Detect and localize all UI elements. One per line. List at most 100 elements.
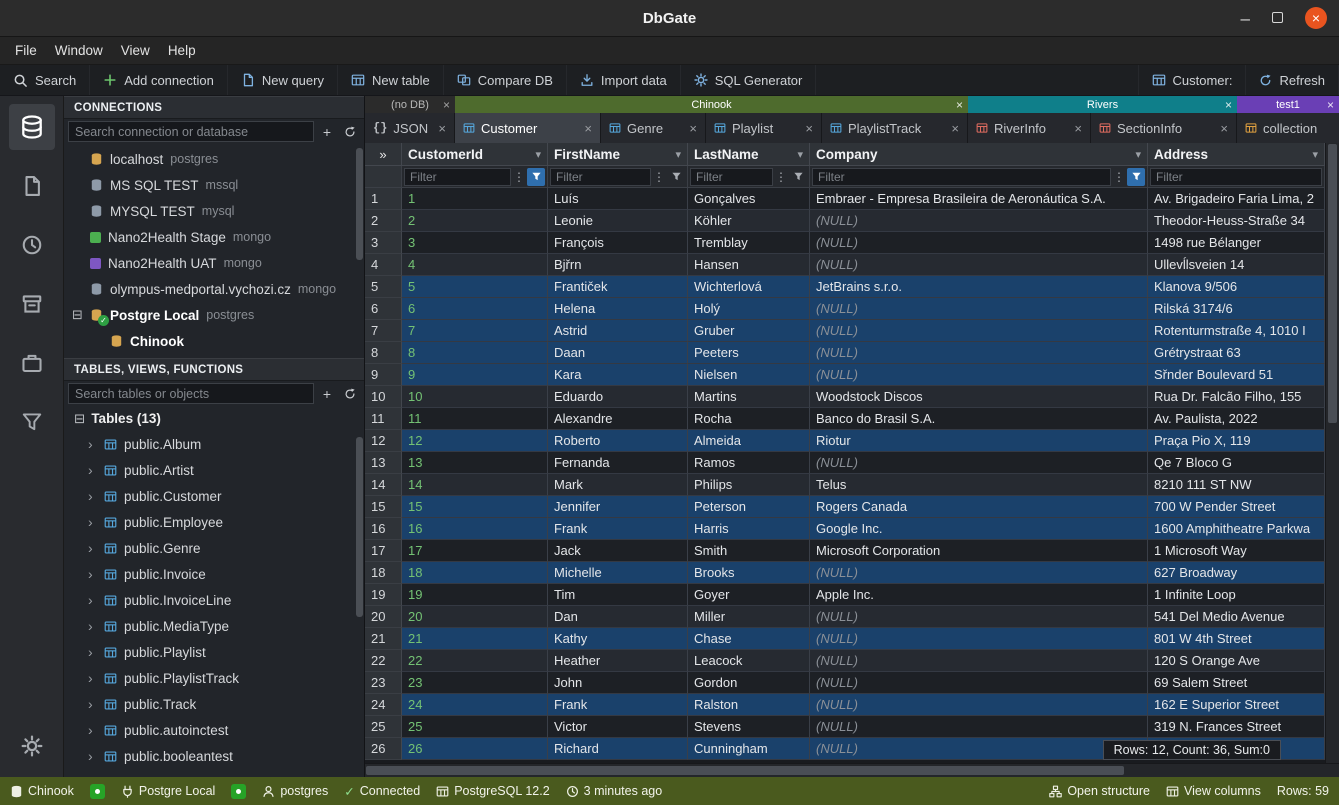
cell-company[interactable]: Banco do Brasil S.A. <box>810 408 1148 430</box>
vertical-scrollbar[interactable] <box>1325 143 1339 763</box>
cell-company[interactable]: Telus <box>810 474 1148 496</box>
cell-customerid[interactable]: 24 <box>402 694 548 716</box>
cell-lastname[interactable]: Smith <box>688 540 810 562</box>
cell-customerid[interactable]: 25 <box>402 716 548 738</box>
table-row[interactable]: 21 21 Kathy Chase (NULL) 801 W 4th Stree… <box>365 628 1325 650</box>
cell-address[interactable]: 1498 rue Bélanger <box>1148 232 1325 254</box>
filter-menu-icon[interactable]: ⋮ <box>775 170 787 184</box>
collapse-icon[interactable]: ⊟ <box>74 411 85 427</box>
row-number[interactable]: 2 <box>365 210 402 232</box>
chevron-right-icon[interactable]: › <box>88 462 97 478</box>
row-number[interactable]: 5 <box>365 276 402 298</box>
close-tab-icon[interactable]: × <box>584 121 592 136</box>
table-row[interactable]: 12 12 Roberto Almeida Riotur Praça Pio X… <box>365 430 1325 452</box>
cell-customerid[interactable]: 6 <box>402 298 548 320</box>
tab[interactable]: SectionInfo × <box>1091 113 1237 143</box>
cell-company[interactable]: (NULL) <box>810 210 1148 232</box>
cell-address[interactable]: Av. Paulista, 2022 <box>1148 408 1325 430</box>
connection-item[interactable]: ⊟ ✓ Nano2Health UAT mongo <box>64 250 364 276</box>
cell-customerid[interactable]: 19 <box>402 584 548 606</box>
cell-lastname[interactable]: Gruber <box>688 320 810 342</box>
chevron-right-icon[interactable]: › <box>88 618 97 634</box>
table-row[interactable]: 24 24 Frank Ralston (NULL) 162 E Superio… <box>365 694 1325 716</box>
row-number[interactable]: 26 <box>365 738 402 760</box>
chevron-down-icon[interactable]: ▾ <box>1135 148 1141 161</box>
table-row[interactable]: 9 9 Kara Nielsen (NULL) Sřnder Boulevard… <box>365 364 1325 386</box>
chevron-right-icon[interactable]: › <box>88 436 97 452</box>
add-connection-icon[interactable]: + <box>317 122 337 142</box>
cell-address[interactable]: Praça Pio X, 119 <box>1148 430 1325 452</box>
table-row[interactable]: 17 17 Jack Smith Microsoft Corporation 1… <box>365 540 1325 562</box>
rail-history-icon[interactable] <box>9 222 55 268</box>
connection-item[interactable]: ⊟ ✓ MS SQL TEST mssql <box>64 172 364 198</box>
close-tab-icon[interactable]: × <box>1220 121 1228 136</box>
cell-company[interactable]: (NULL) <box>810 254 1148 276</box>
cell-firstname[interactable]: Frank <box>548 518 688 540</box>
tab[interactable]: PlaylistTrack × <box>822 113 968 143</box>
cell-firstname[interactable]: Helena <box>548 298 688 320</box>
cell-company[interactable]: (NULL) <box>810 716 1148 738</box>
table-row[interactable]: 8 8 Daan Peeters (NULL) Grétrystraat 63 <box>365 342 1325 364</box>
cell-firstname[interactable]: Frank <box>548 694 688 716</box>
cell-lastname[interactable]: Miller <box>688 606 810 628</box>
cell-company[interactable]: Woodstock Discos <box>810 386 1148 408</box>
cell-company[interactable]: (NULL) <box>810 738 1148 760</box>
row-number[interactable]: 8 <box>365 342 402 364</box>
cell-customerid[interactable]: 15 <box>402 496 548 518</box>
filter-funnel-icon[interactable] <box>527 168 545 186</box>
cell-customerid[interactable]: 23 <box>402 672 548 694</box>
table-row[interactable]: 7 7 Astrid Gruber (NULL) Rotenturmstraße… <box>365 320 1325 342</box>
cell-firstname[interactable]: Roberto <box>548 430 688 452</box>
cell-customerid[interactable]: 22 <box>402 650 548 672</box>
cell-address[interactable]: Rua Dr. Falcão Filho, 155 <box>1148 386 1325 408</box>
cell-lastname[interactable]: Chase <box>688 628 810 650</box>
cell-customerid[interactable]: 12 <box>402 430 548 452</box>
cell-company[interactable]: Rogers Canada <box>810 496 1148 518</box>
chevron-right-icon[interactable]: › <box>88 670 97 686</box>
table-row[interactable]: 22 22 Heather Leacock (NULL) 120 S Orang… <box>365 650 1325 672</box>
cell-company[interactable]: (NULL) <box>810 298 1148 320</box>
chevron-right-icon[interactable]: › <box>88 488 97 504</box>
cell-company[interactable]: (NULL) <box>810 628 1148 650</box>
refresh-button[interactable]: Refresh <box>1246 65 1339 95</box>
close-group-icon[interactable]: × <box>1327 98 1334 112</box>
connection-item[interactable]: ⊟ ✓ Chinook <box>64 328 364 354</box>
row-number[interactable]: 10 <box>365 386 402 408</box>
status-database[interactable]: Chinook <box>10 784 74 798</box>
table-row[interactable]: 2 2 Leonie Köhler (NULL) Theodor-Heuss-S… <box>365 210 1325 232</box>
cell-lastname[interactable]: Harris <box>688 518 810 540</box>
cell-address[interactable]: Theodor-Heuss-Straße 34 <box>1148 210 1325 232</box>
filter-input[interactable] <box>550 168 651 186</box>
row-number[interactable]: 13 <box>365 452 402 474</box>
tab[interactable]: collection × <box>1237 113 1339 143</box>
rail-files-icon[interactable] <box>9 163 55 209</box>
cell-firstname[interactable]: François <box>548 232 688 254</box>
cell-company[interactable]: (NULL) <box>810 342 1148 364</box>
cell-company[interactable]: (NULL) <box>810 694 1148 716</box>
cell-firstname[interactable]: Alexandre <box>548 408 688 430</box>
cell-firstname[interactable]: Dan <box>548 606 688 628</box>
cell-lastname[interactable]: Nielsen <box>688 364 810 386</box>
tables-group-row[interactable]: ⊟ Tables (13) <box>64 406 364 431</box>
tab[interactable]: Playlist × <box>706 113 822 143</box>
cell-company[interactable]: (NULL) <box>810 452 1148 474</box>
cell-address[interactable]: Av. Brigadeiro Faria Lima, 2 <box>1148 188 1325 210</box>
table-row[interactable]: 10 10 Eduardo Martins Woodstock Discos R… <box>365 386 1325 408</box>
connection-item[interactable]: ⊟ ✓ MYSQL TEST mysql <box>64 198 364 224</box>
cell-address[interactable]: 1 Infinite Loop <box>1148 584 1325 606</box>
cell-customerid[interactable]: 26 <box>402 738 548 760</box>
table-list-item[interactable]: › public.Employee <box>64 509 364 535</box>
cell-address[interactable]: Ullevĺlsveien 14 <box>1148 254 1325 276</box>
cell-address[interactable]: Qe 7 Bloco G <box>1148 452 1325 474</box>
table-list-item[interactable]: › public.Playlist <box>64 639 364 665</box>
chevron-right-icon[interactable]: › <box>88 566 97 582</box>
close-tab-icon[interactable]: × <box>805 121 813 136</box>
new-table-button[interactable]: New table <box>338 65 444 95</box>
cell-customerid[interactable]: 2 <box>402 210 548 232</box>
cell-company[interactable]: (NULL) <box>810 562 1148 584</box>
close-group-icon[interactable]: × <box>956 98 963 112</box>
view-columns-button[interactable]: View columns <box>1166 784 1261 798</box>
cell-lastname[interactable]: Martins <box>688 386 810 408</box>
column-header[interactable]: Company ▾ <box>810 143 1148 166</box>
cell-firstname[interactable]: Bjřrn <box>548 254 688 276</box>
